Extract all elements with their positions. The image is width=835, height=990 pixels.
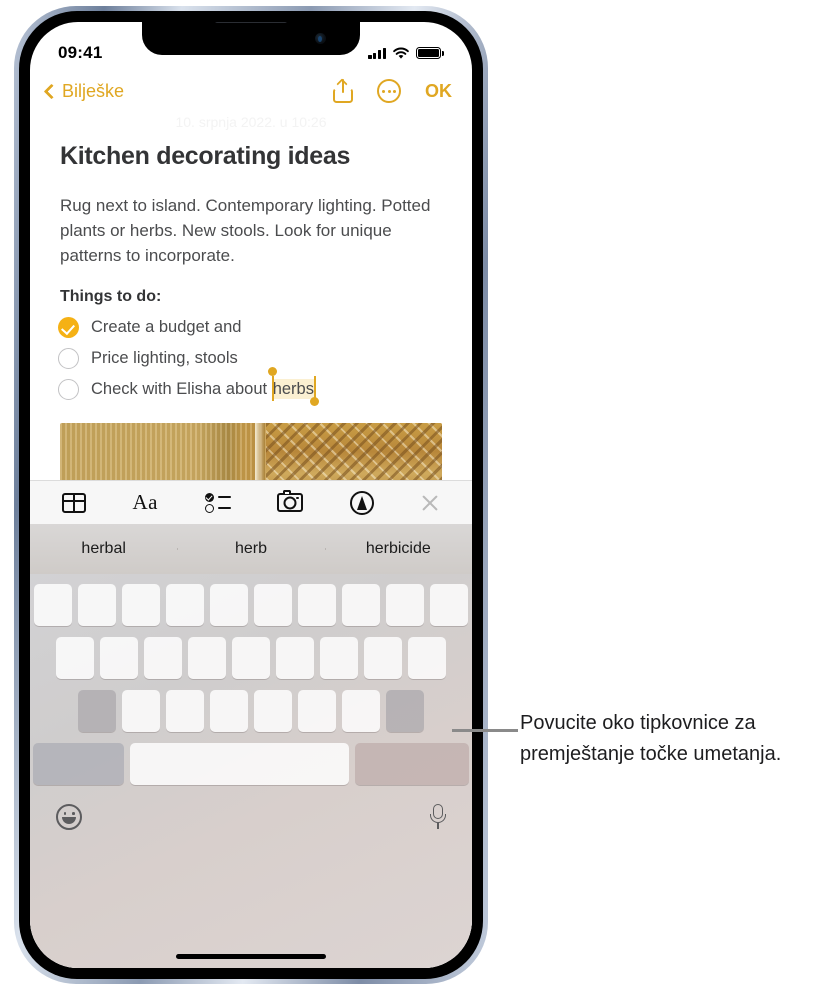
screenshot-stage: 09:41 Bilješke OK 10. srpnja 2022. u 10:… — [0, 0, 835, 990]
keyboard-key[interactable] — [122, 690, 160, 732]
navigation-bar: Bilješke OK — [30, 70, 472, 112]
selected-word: herbs — [271, 379, 315, 399]
status-indicators — [368, 47, 444, 60]
checkbox-checked-icon[interactable] — [58, 317, 79, 338]
keyboard-key[interactable] — [408, 637, 446, 679]
back-to-notes-button[interactable]: Bilješke — [43, 80, 125, 102]
keyboard-row-3 — [33, 690, 469, 732]
iphone-frame: 09:41 Bilješke OK 10. srpnja 2022. u 10:… — [14, 6, 488, 984]
selection-start-handle[interactable] — [268, 367, 278, 376]
keyboard-key[interactable] — [210, 690, 248, 732]
phone-bezel: 09:41 Bilješke OK 10. srpnja 2022. u 10:… — [19, 11, 483, 979]
predictive-suggestion-bar: herbal herb herbicide — [30, 524, 472, 574]
delete-key[interactable] — [386, 690, 424, 732]
cellular-signal-icon — [368, 47, 386, 59]
note-body-text[interactable]: Rug next to island. Contemporary lightin… — [30, 171, 472, 268]
text-selection[interactable]: herbs — [268, 367, 320, 406]
note-date: 10. srpnja 2022. u 10:26 — [175, 114, 327, 130]
keyboard-key[interactable] — [144, 637, 182, 679]
keyboard-rows — [30, 574, 472, 785]
keyboard-key[interactable] — [56, 637, 94, 679]
microphone-icon[interactable] — [430, 804, 446, 830]
keyboard-key[interactable] — [386, 584, 424, 626]
share-icon[interactable] — [333, 78, 353, 103]
camera-icon[interactable] — [277, 490, 303, 512]
keyboard-key[interactable] — [210, 584, 248, 626]
checklist-icon[interactable] — [204, 492, 231, 513]
text-format-icon[interactable]: Aa — [133, 490, 159, 515]
emoji-icon[interactable] — [56, 804, 82, 830]
keyboard-key[interactable] — [232, 637, 270, 679]
chevron-left-icon — [43, 83, 60, 99]
callout-text: Povucite oko tipkovnice za premještanje … — [520, 712, 782, 765]
selection-start-bar — [271, 376, 274, 401]
keyboard: herbal herb herbicide — [30, 524, 472, 968]
earpiece-speaker — [214, 22, 288, 23]
note-title[interactable]: Kitchen decorating ideas — [30, 130, 472, 171]
keyboard-bottom-row — [30, 796, 472, 830]
keyboard-key[interactable] — [298, 690, 336, 732]
format-toolbar: Aa — [30, 480, 472, 524]
keyboard-key[interactable] — [342, 690, 380, 732]
checkbox-unchecked-icon[interactable] — [58, 348, 79, 369]
todo-item-label: Check with Elisha about herbs — [91, 367, 320, 406]
battery-icon — [416, 47, 444, 59]
todo-item-label: Price lighting, stools — [91, 349, 238, 367]
todo-item[interactable]: Price lighting, stools — [58, 343, 442, 374]
keyboard-key[interactable] — [166, 584, 204, 626]
keyboard-key[interactable] — [254, 584, 292, 626]
close-icon[interactable] — [420, 493, 440, 513]
keyboard-row-2 — [33, 637, 469, 679]
suggestion-item[interactable]: herbal — [30, 540, 177, 558]
markup-pen-icon[interactable] — [349, 490, 374, 515]
keyboard-row-1 — [33, 584, 469, 626]
keyboard-key[interactable] — [254, 690, 292, 732]
todo-item-text-prefix: Check with Elisha about — [91, 380, 272, 398]
keyboard-key[interactable] — [320, 637, 358, 679]
table-icon[interactable] — [62, 492, 86, 513]
selection-end-handle[interactable] — [310, 397, 320, 406]
keyboard-key[interactable] — [78, 584, 116, 626]
suggestion-item[interactable]: herb — [177, 540, 324, 558]
wifi-icon — [393, 47, 409, 59]
keyboard-key[interactable] — [364, 637, 402, 679]
keyboard-key[interactable] — [122, 584, 160, 626]
keyboard-key[interactable] — [188, 637, 226, 679]
shift-key[interactable] — [78, 690, 116, 732]
keyboard-key[interactable] — [430, 584, 468, 626]
keyboard-key[interactable] — [100, 637, 138, 679]
more-circle-icon[interactable] — [377, 79, 401, 103]
status-clock: 09:41 — [58, 43, 103, 62]
checkbox-unchecked-icon[interactable] — [58, 379, 79, 400]
suggestion-item[interactable]: herbicide — [324, 540, 472, 558]
front-camera-icon — [315, 33, 326, 44]
callout-leader-line — [452, 729, 518, 732]
keyboard-key[interactable] — [34, 584, 72, 626]
todo-item[interactable]: Create a budget and — [58, 312, 442, 343]
keyboard-key[interactable] — [298, 584, 336, 626]
return-key[interactable] — [355, 743, 470, 785]
keyboard-row-4 — [33, 743, 470, 785]
space-key[interactable] — [129, 743, 350, 785]
keyboard-key[interactable] — [276, 637, 314, 679]
todo-heading: Things to do: — [60, 288, 162, 305]
done-button[interactable]: OK — [425, 81, 452, 102]
phone-screen: 09:41 Bilješke OK 10. srpnja 2022. u 10:… — [30, 22, 472, 968]
todo-item[interactable]: Check with Elisha about herbs — [58, 367, 442, 406]
nav-actions: OK — [333, 78, 452, 103]
back-button-label: Bilješke — [62, 80, 125, 101]
todo-list: Create a budget and Price lighting, stoo… — [30, 306, 472, 406]
keyboard-key[interactable] — [342, 584, 380, 626]
notch — [142, 22, 360, 55]
keyboard-key[interactable] — [166, 690, 204, 732]
numbers-key[interactable] — [33, 743, 124, 785]
todo-item-label: Create a budget and — [91, 318, 242, 336]
home-indicator[interactable] — [176, 954, 326, 959]
